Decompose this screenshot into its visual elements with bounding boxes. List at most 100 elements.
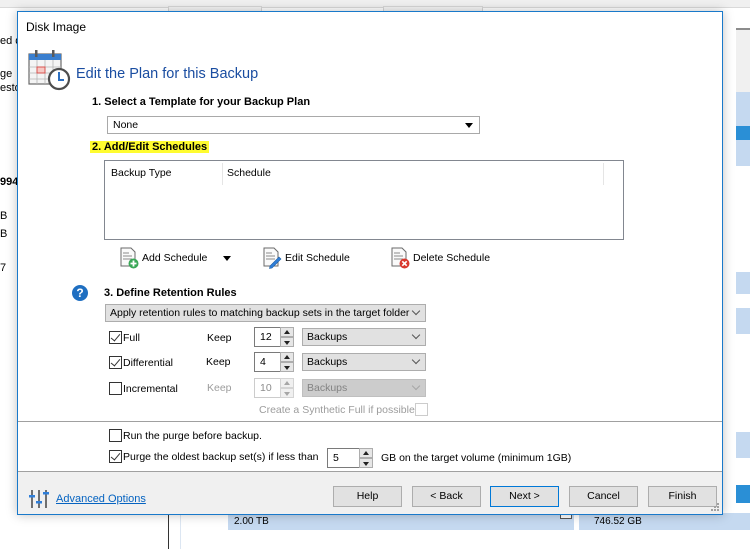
full-keep-label: Keep (207, 332, 232, 344)
delete-document-icon (391, 247, 410, 269)
chevron-down-icon (411, 381, 421, 391)
differential-unit-value: Backups (307, 356, 348, 368)
template-select-value: None (113, 119, 139, 131)
section-retention-label: 3. Define Retention Rules (104, 287, 237, 299)
add-schedule-label: Add Schedule (142, 252, 208, 264)
background-text: B (0, 228, 8, 240)
back-button[interactable]: < Back (412, 486, 481, 507)
synthetic-full-checkbox[interactable] (415, 403, 428, 416)
purge-gb-value: 5 (333, 452, 339, 464)
purge-suffix-label: GB on the target volume (minimum 1GB) (381, 452, 572, 464)
dialog-title: Disk Image (26, 20, 87, 34)
resize-grip[interactable] (710, 502, 719, 511)
next-button[interactable]: Next > (490, 486, 559, 507)
synthetic-full-label: Create a Synthetic Full if possible (259, 404, 415, 416)
column-separator[interactable] (222, 163, 223, 185)
background-text: ge (0, 68, 13, 80)
incremental-keep-label: Keep (207, 382, 232, 394)
finish-button[interactable]: Finish (648, 486, 717, 507)
edit-schedule-label: Edit Schedule (285, 252, 350, 264)
background-row (736, 432, 750, 458)
disk-image-dialog: Disk Image Edit the Plan for this Backup… (17, 11, 723, 515)
background-row-selected (736, 485, 750, 503)
differential-keep-count-input[interactable]: 4 (254, 352, 281, 372)
background-cell: 2.00 TB (234, 516, 269, 527)
edit-schedule-button[interactable]: Edit Schedule (262, 246, 350, 270)
cancel-button[interactable]: Cancel (569, 486, 638, 507)
schedules-label-text: 2. Add/Edit Schedules (90, 141, 210, 153)
incremental-keep-spinner[interactable] (280, 378, 294, 398)
incremental-label: Incremental (123, 383, 178, 395)
spin-down-button[interactable] (280, 362, 294, 372)
incremental-unit-select[interactable]: Backups (302, 379, 426, 397)
background-row (736, 272, 750, 294)
full-keep-count-value: 12 (260, 331, 272, 343)
background-row-selected (736, 126, 750, 140)
purge-oldest-checkbox[interactable] (109, 450, 122, 463)
incremental-unit-value: Backups (307, 382, 348, 394)
column-header-backup-type[interactable]: Backup Type (111, 167, 172, 179)
section-template-label: 1. Select a Template for your Backup Pla… (92, 96, 311, 108)
full-keep-count-input[interactable]: 12 (254, 327, 281, 347)
question-circle-icon[interactable]: ? (72, 285, 88, 301)
differential-unit-select[interactable]: Backups (302, 353, 426, 371)
differential-keep-count-value: 4 (260, 356, 266, 368)
differential-keep-spinner[interactable] (280, 352, 294, 372)
section-schedules-label: 2. Add/Edit Schedules (90, 141, 210, 153)
full-checkbox[interactable] (109, 331, 122, 344)
full-label: Full (123, 332, 140, 344)
help-button[interactable]: Help (333, 486, 402, 507)
retention-mode-value: Apply retention rules to matching backup… (110, 307, 410, 319)
purge-gb-spinner[interactable] (359, 448, 373, 468)
spin-down-button[interactable] (359, 458, 373, 468)
full-unit-value: Backups (307, 331, 348, 343)
background-cell: 746.52 GB (594, 516, 642, 527)
background-toolbar (0, 0, 750, 8)
differential-checkbox[interactable] (109, 356, 122, 369)
background-text: 7 (0, 262, 7, 274)
add-schedule-button[interactable]: Add Schedule (119, 246, 232, 270)
spin-up-button[interactable] (280, 378, 294, 388)
add-schedule-dropdown-icon[interactable] (223, 255, 232, 261)
incremental-checkbox[interactable] (109, 382, 122, 395)
incremental-keep-count-input[interactable]: 10 (254, 378, 281, 398)
spin-up-button[interactable] (359, 448, 373, 458)
footer-divider (18, 471, 722, 472)
chevron-down-icon (411, 330, 421, 340)
spin-up-button[interactable] (280, 327, 294, 337)
spin-down-button[interactable] (280, 388, 294, 398)
background-row (228, 513, 574, 530)
background-text: 994 (0, 176, 19, 188)
purge-oldest-label: Purge the oldest backup set(s) if less t… (123, 451, 319, 463)
divider (18, 421, 722, 422)
add-document-icon (120, 247, 139, 269)
background-text: B (0, 210, 8, 222)
full-keep-spinner[interactable] (280, 327, 294, 347)
background-panel (736, 28, 750, 92)
sliders-icon[interactable] (28, 488, 50, 510)
spin-up-button[interactable] (280, 352, 294, 362)
full-unit-select[interactable]: Backups (302, 328, 426, 346)
dialog-footer: Advanced Options Help < Back Next > Canc… (18, 471, 722, 514)
advanced-options-link[interactable]: Advanced Options (56, 493, 146, 505)
differential-keep-label: Keep (206, 356, 231, 368)
chevron-down-icon (411, 355, 421, 365)
column-separator[interactable] (603, 163, 604, 185)
incremental-keep-count-value: 10 (260, 382, 272, 394)
background-row (736, 92, 750, 126)
chevron-down-icon (411, 306, 421, 316)
purge-gb-input[interactable]: 5 (327, 448, 360, 468)
dropdown-arrow-icon (465, 123, 473, 128)
edit-document-icon (263, 247, 282, 269)
background-row (736, 140, 750, 166)
run-purge-before-checkbox[interactable] (109, 429, 122, 442)
delete-schedule-label: Delete Schedule (413, 252, 491, 264)
retention-mode-select[interactable]: Apply retention rules to matching backup… (105, 304, 426, 322)
calendar-clock-icon (28, 50, 71, 91)
template-select[interactable]: None (107, 116, 480, 134)
run-purge-before-label: Run the purge before backup. (123, 430, 262, 442)
delete-schedule-button[interactable]: Delete Schedule (390, 246, 490, 270)
column-header-schedule[interactable]: Schedule (227, 167, 271, 179)
schedule-list[interactable]: Backup Type Schedule (104, 160, 624, 240)
spin-down-button[interactable] (280, 337, 294, 347)
